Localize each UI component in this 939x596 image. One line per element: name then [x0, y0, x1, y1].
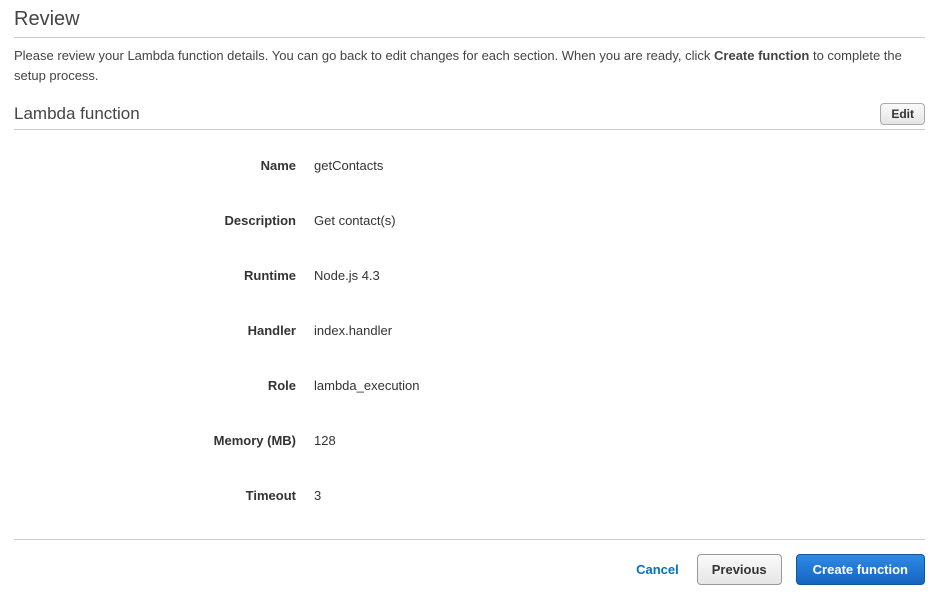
field-label-description: Description — [14, 213, 314, 228]
field-value-name: getContacts — [314, 158, 383, 173]
field-label-name: Name — [14, 158, 314, 173]
intro-text-strong: Create function — [714, 48, 809, 63]
field-label-timeout: Timeout — [14, 488, 314, 503]
field-label-memory: Memory (MB) — [14, 433, 314, 448]
button-bar: Cancel Previous Create function — [14, 539, 925, 585]
edit-button[interactable]: Edit — [880, 103, 925, 125]
fields-container: Name getContacts Description Get contact… — [14, 158, 925, 503]
field-value-description: Get contact(s) — [314, 213, 396, 228]
intro-text-a: Please review your Lambda function detai… — [14, 48, 714, 63]
field-row-description: Description Get contact(s) — [14, 213, 925, 228]
field-row-timeout: Timeout 3 — [14, 488, 925, 503]
field-row-runtime: Runtime Node.js 4.3 — [14, 268, 925, 283]
field-row-memory: Memory (MB) 128 — [14, 433, 925, 448]
field-row-handler: Handler index.handler — [14, 323, 925, 338]
field-label-runtime: Runtime — [14, 268, 314, 283]
field-value-runtime: Node.js 4.3 — [314, 268, 380, 283]
field-row-role: Role lambda_execution — [14, 378, 925, 393]
field-value-handler: index.handler — [314, 323, 392, 338]
previous-button[interactable]: Previous — [697, 554, 782, 585]
field-label-handler: Handler — [14, 323, 314, 338]
cancel-link[interactable]: Cancel — [632, 556, 683, 583]
section-header: Lambda function Edit — [14, 103, 925, 130]
field-label-role: Role — [14, 378, 314, 393]
create-function-button[interactable]: Create function — [796, 554, 925, 585]
page-title: Review — [14, 8, 925, 38]
section-title: Lambda function — [14, 104, 140, 124]
field-value-role: lambda_execution — [314, 378, 420, 393]
field-value-timeout: 3 — [314, 488, 321, 503]
field-row-name: Name getContacts — [14, 158, 925, 173]
field-value-memory: 128 — [314, 433, 336, 448]
intro-text: Please review your Lambda function detai… — [14, 46, 925, 85]
